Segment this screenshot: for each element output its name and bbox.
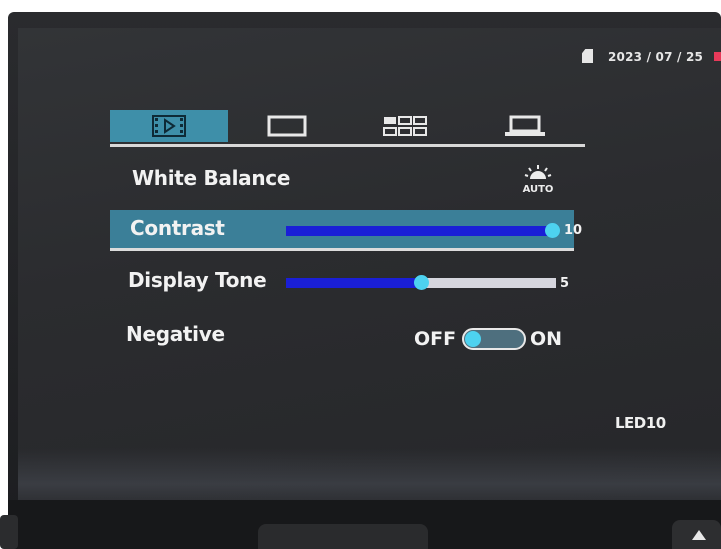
device-body: 2023 / 07 / 25 White Balance AUTO Contra…: [8, 12, 721, 549]
contrast-label[interactable]: Contrast: [130, 216, 225, 240]
display-tone-slider[interactable]: [286, 275, 556, 290]
display-tone-label[interactable]: Display Tone: [128, 268, 267, 292]
wb-auto-text: AUTO: [523, 184, 554, 194]
laptop-setup-icon: [504, 115, 545, 136]
screen-glare: [18, 448, 721, 500]
contrast-row-underline: [110, 248, 574, 251]
wb-auto-icon[interactable]: AUTO: [521, 164, 555, 194]
hardware-button-left[interactable]: [0, 515, 18, 549]
model-label: LED10: [615, 414, 666, 432]
tab-multi-view[interactable]: [346, 110, 464, 142]
contrast-value: 10: [564, 223, 583, 238]
negative-toggle[interactable]: [462, 328, 526, 350]
status-indicator: [714, 52, 721, 61]
playback-film-icon: [152, 115, 186, 137]
contrast-slider[interactable]: [286, 223, 560, 238]
menu-tabs: [110, 110, 585, 147]
negative-label[interactable]: Negative: [126, 322, 225, 346]
negative-toggle-knob: [465, 331, 481, 347]
tab-playback[interactable]: [110, 110, 228, 142]
tabs-divider: [110, 144, 585, 147]
hardware-button-center[interactable]: [258, 524, 428, 549]
white-balance-label[interactable]: White Balance: [132, 166, 290, 190]
up-arrow-icon: [692, 530, 706, 540]
tab-setup[interactable]: [464, 110, 585, 142]
negative-on-label: ON: [530, 328, 563, 350]
multi-view-grid-icon: [383, 116, 427, 136]
display-tone-slider-knob[interactable]: [414, 275, 429, 290]
display-tone-slider-fill: [286, 278, 421, 288]
screen: 2023 / 07 / 25 White Balance AUTO Contra…: [18, 28, 721, 500]
negative-off-label: OFF: [414, 328, 457, 350]
device-photo: 2023 / 07 / 25 White Balance AUTO Contra…: [0, 0, 721, 549]
sd-card-icon: [582, 49, 593, 63]
contrast-slider-knob[interactable]: [545, 223, 560, 238]
single-view-icon: [267, 115, 307, 137]
status-date: 2023 / 07 / 25: [608, 50, 704, 64]
tab-single-view[interactable]: [228, 110, 346, 142]
display-tone-value: 5: [560, 276, 570, 291]
contrast-slider-fill: [286, 226, 552, 236]
